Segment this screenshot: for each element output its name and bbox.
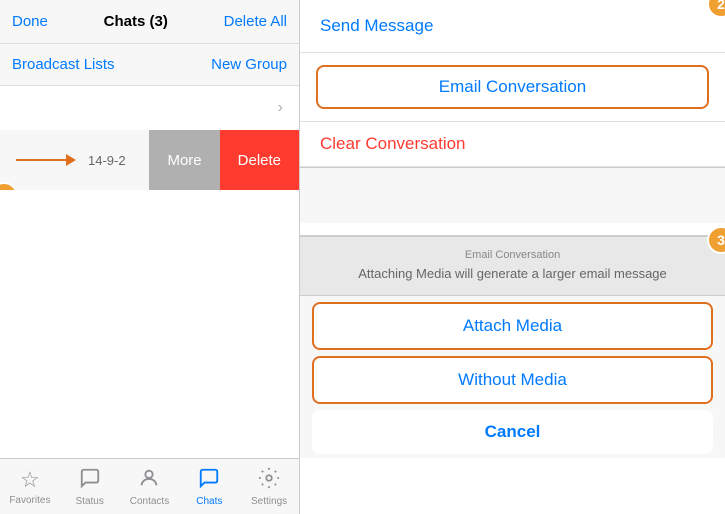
arrow-head <box>66 154 76 166</box>
favorites-icon: ☆ <box>20 467 40 493</box>
done-button[interactable]: Done <box>12 13 48 30</box>
top-bar: Done Chats (3) Delete All <box>0 0 299 44</box>
tab-favorites[interactable]: ☆ Favorites <box>0 467 60 506</box>
step-badge-2: 2 <box>707 0 725 18</box>
tab-status[interactable]: Status <box>60 467 120 507</box>
action-sheet-wrapper: 3 Email Conversation Attaching Media wil… <box>300 236 725 454</box>
more-button[interactable]: More <box>149 130 219 190</box>
action-sheet-header: Email Conversation Attaching Media will … <box>300 236 725 296</box>
email-conversation-section: Email Conversation <box>300 53 725 122</box>
arrow-indicator <box>16 154 76 166</box>
cancel-button[interactable]: Cancel <box>312 410 713 454</box>
chats-icon <box>198 467 220 494</box>
chat-list: › 1 14-9-2 More Delete <box>0 86 299 458</box>
clear-conversation-button[interactable]: Clear Conversation <box>320 134 466 153</box>
tab-chats-label: Chats <box>196 496 222 507</box>
tab-favorites-label: Favorites <box>9 495 50 506</box>
status-icon <box>79 467 101 494</box>
clear-conversation-section: Clear Conversation <box>300 122 725 167</box>
send-message-button[interactable]: Send Message <box>320 16 433 35</box>
send-message-section: Send Message 2 <box>300 0 725 53</box>
tab-settings-label: Settings <box>251 496 287 507</box>
right-tab-bar-spacer <box>300 167 725 223</box>
left-panel: Done Chats (3) Delete All Broadcast List… <box>0 0 300 514</box>
email-conversation-box[interactable]: Email Conversation <box>316 65 709 109</box>
disclosure-row[interactable]: › <box>0 86 299 130</box>
tab-status-label: Status <box>76 496 104 507</box>
delete-all-button[interactable]: Delete All <box>224 13 287 30</box>
new-group-button[interactable]: New Group <box>211 56 287 73</box>
email-conversation-label: Email Conversation <box>439 77 586 97</box>
action-sheet-subtitle: Attaching Media will generate a larger e… <box>358 266 667 281</box>
without-media-button[interactable]: Without Media <box>312 356 713 404</box>
tab-chats[interactable]: Chats <box>179 467 239 507</box>
tab-contacts[interactable]: Contacts <box>120 467 180 507</box>
swipe-row-content: 14-9-2 <box>0 153 149 168</box>
step-badge-1: 1 <box>0 182 18 190</box>
swipe-row: 1 14-9-2 More Delete <box>0 130 299 190</box>
second-bar: Broadcast Lists New Group <box>0 44 299 86</box>
chats-title: Chats (3) <box>104 13 168 30</box>
settings-icon <box>258 467 280 494</box>
chat-date: 14-9-2 <box>88 153 126 168</box>
tab-settings[interactable]: Settings <box>239 467 299 507</box>
action-sheet: 3 Email Conversation Attaching Media wil… <box>300 235 725 458</box>
tab-bar: ☆ Favorites Status <box>0 458 299 514</box>
chevron-right-icon: › <box>278 99 283 117</box>
broadcast-lists-button[interactable]: Broadcast Lists <box>12 56 115 73</box>
swipe-actions: More Delete <box>149 130 299 190</box>
contacts-icon <box>138 467 160 494</box>
attach-media-button[interactable]: Attach Media <box>312 302 713 350</box>
action-sheet-cropped-title: Email Conversation <box>316 249 709 261</box>
right-panel: Send Message 2 Email Conversation Clear … <box>300 0 725 514</box>
delete-button[interactable]: Delete <box>220 130 299 190</box>
arrow-line <box>16 159 66 161</box>
tab-contacts-label: Contacts <box>130 496 169 507</box>
